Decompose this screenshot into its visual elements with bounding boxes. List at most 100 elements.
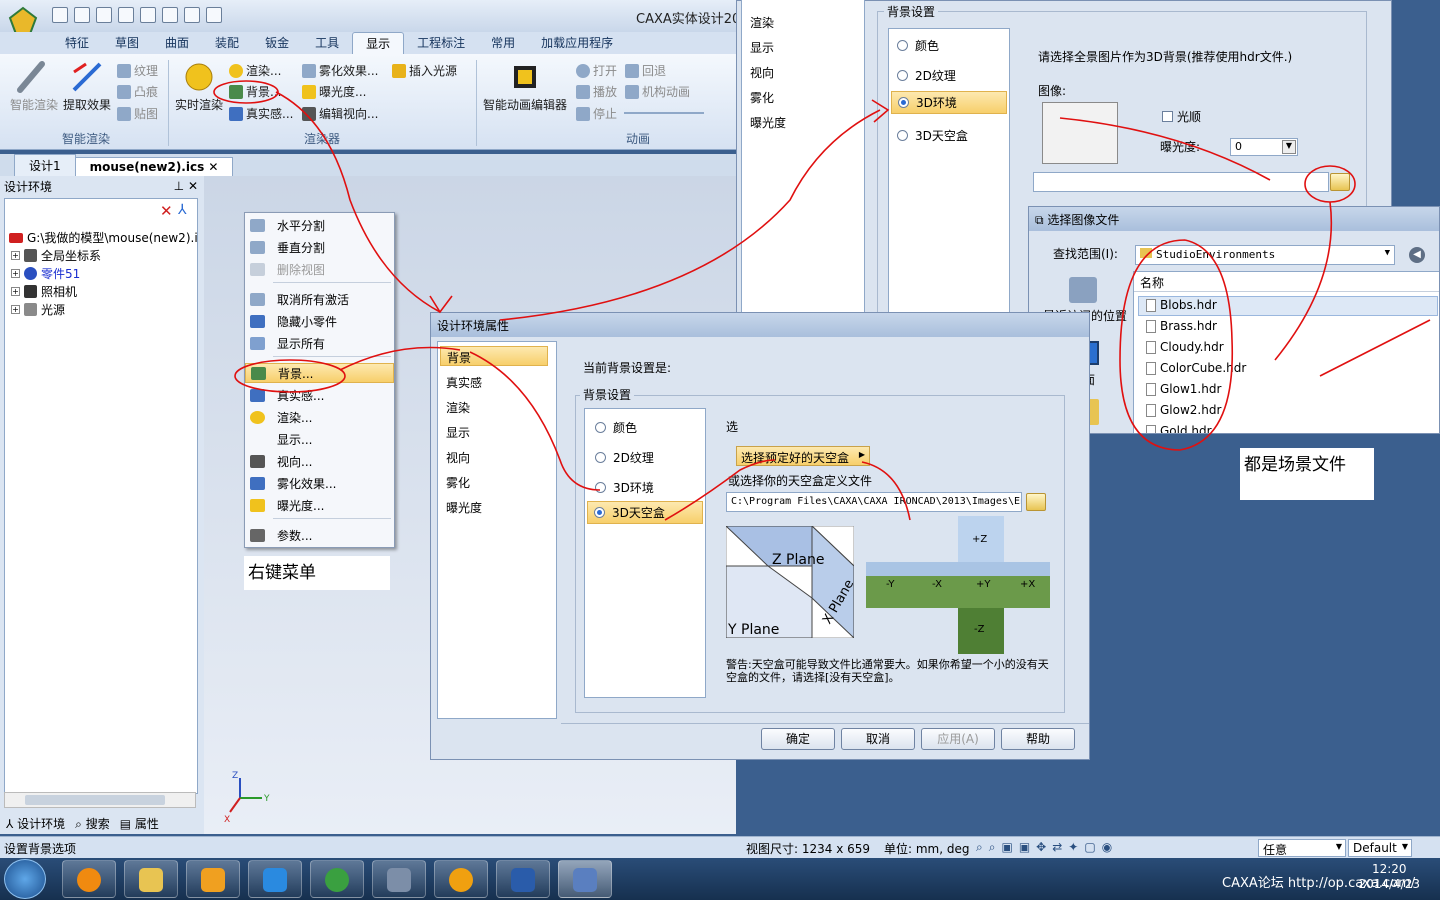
insert-light-button[interactable]: 插入光源 bbox=[392, 62, 457, 79]
close-icon[interactable]: ✕ bbox=[208, 160, 218, 174]
nav-exposure[interactable]: 曝光度 bbox=[446, 499, 482, 516]
system-clock[interactable]: 12:20 2014/4/23 bbox=[1358, 862, 1420, 892]
menu-item-split-horizontal[interactable]: 水平分割 bbox=[245, 215, 394, 235]
expand-icon[interactable]: + bbox=[11, 287, 20, 296]
nav-render[interactable]: 渲染 bbox=[750, 14, 774, 31]
cancel-button[interactable]: 取消 bbox=[841, 728, 915, 750]
nav-realism[interactable]: 真实感 bbox=[446, 374, 482, 391]
render-button[interactable]: 渲染... bbox=[229, 62, 281, 79]
stop-button[interactable]: 停止 bbox=[576, 105, 617, 122]
anim-editor-button[interactable]: 智能动画编辑器 bbox=[483, 96, 567, 113]
nav-fog[interactable]: 雾化 bbox=[750, 89, 774, 106]
taskbar-app-media[interactable] bbox=[434, 860, 488, 898]
radio-3d-skybox[interactable]: 3D天空盒 bbox=[587, 501, 703, 524]
fog-button[interactable]: 雾化效果... bbox=[302, 62, 378, 79]
menu-item-render[interactable]: 渲染... bbox=[245, 407, 394, 427]
box-icon[interactable]: ▣ bbox=[1019, 840, 1036, 854]
taskbar-app-camera[interactable] bbox=[372, 860, 426, 898]
taskbar-app-browser[interactable] bbox=[310, 860, 364, 898]
tree-item-global-coords[interactable]: + 全局坐标系 bbox=[11, 247, 101, 264]
tree-item-camera[interactable]: + 照相机 bbox=[11, 283, 77, 300]
radio-color[interactable]: 颜色 bbox=[595, 419, 637, 436]
radio-color[interactable]: 颜色 bbox=[897, 37, 939, 54]
start-button-icon[interactable] bbox=[4, 859, 46, 899]
radio-3d-skybox[interactable]: 3D天空盒 bbox=[897, 127, 968, 144]
taskbar-app-word[interactable] bbox=[496, 860, 550, 898]
taskbar-app-explorer[interactable] bbox=[124, 860, 178, 898]
expand-icon[interactable]: + bbox=[11, 251, 20, 260]
taskbar-app-orange[interactable] bbox=[62, 860, 116, 898]
tab-display[interactable]: 显示 bbox=[352, 32, 405, 54]
light-icon[interactable]: ✦ bbox=[1068, 840, 1084, 854]
zoom-icon[interactable]: ⌕ bbox=[976, 840, 989, 854]
chevron-down-icon[interactable]: ▼ bbox=[1385, 248, 1390, 258]
decal-button[interactable]: 贴图 bbox=[117, 105, 158, 122]
doc-tab-mouse[interactable]: mouse(new2).ics ✕ bbox=[74, 157, 234, 176]
hdr-path-field[interactable] bbox=[1033, 172, 1329, 192]
orbit-icon[interactable]: ✥ bbox=[1036, 840, 1052, 854]
menu-item-delete-view[interactable]: 删除视图 bbox=[245, 259, 394, 279]
new-icon[interactable] bbox=[52, 7, 68, 23]
star-icon[interactable] bbox=[184, 7, 200, 23]
menu-item-exposure[interactable]: 曝光度... bbox=[245, 495, 394, 515]
expand-icon[interactable]: + bbox=[11, 305, 20, 314]
texture-button[interactable]: 纹理 bbox=[117, 62, 158, 79]
tab-common[interactable]: 常用 bbox=[478, 32, 528, 54]
nav-view[interactable]: 视向 bbox=[750, 64, 774, 81]
file-item[interactable]: Brass.hdr bbox=[1146, 319, 1217, 333]
column-header-name[interactable]: 名称 bbox=[1134, 272, 1439, 292]
menu-item-hide-small-parts[interactable]: 隐藏小零件 bbox=[245, 311, 394, 331]
tab-search[interactable]: ⌕ 搜索 bbox=[75, 815, 110, 832]
selection-filter-combo[interactable]: 任意 ▼ bbox=[1258, 839, 1346, 857]
file-item[interactable]: ColorCube.hdr bbox=[1146, 361, 1246, 375]
play-button[interactable]: 播放 bbox=[576, 83, 617, 100]
close-icon[interactable]: ✕ bbox=[188, 179, 198, 193]
smooth-checkbox[interactable]: 光顺 bbox=[1162, 108, 1201, 125]
radio-2d-texture[interactable]: 2D纹理 bbox=[595, 449, 654, 466]
file-item[interactable]: Glow2.hdr bbox=[1146, 403, 1221, 417]
radio-3d-environment[interactable]: 3D环境 bbox=[891, 91, 1007, 114]
nav-fog[interactable]: 雾化 bbox=[446, 474, 470, 491]
tab-sheetmetal[interactable]: 钣金 bbox=[252, 32, 302, 54]
recent-places-icon[interactable] bbox=[1069, 277, 1097, 303]
tab-properties[interactable]: ▤ 属性 bbox=[120, 815, 159, 832]
menu-item-display[interactable]: 显示... bbox=[245, 429, 394, 449]
realism-button[interactable]: 真实感... bbox=[229, 105, 293, 122]
horizontal-scrollbar[interactable] bbox=[4, 792, 196, 808]
view-cube-icon[interactable]: ▣ bbox=[1001, 840, 1018, 854]
tree-root[interactable]: G:\我做的模型\mouse(new2).i bbox=[9, 229, 198, 246]
predefined-skybox-dropdown[interactable]: 选择预定好的天空盒 ▶ bbox=[736, 446, 870, 466]
scroll-thumb[interactable] bbox=[25, 795, 165, 805]
browse-folder-icon[interactable] bbox=[1026, 493, 1046, 511]
nav-view[interactable]: 视向 bbox=[446, 449, 470, 466]
ok-button[interactable]: 确定 bbox=[761, 728, 835, 750]
radio-3d-environment[interactable]: 3D环境 bbox=[595, 479, 654, 496]
delete-icon[interactable]: ✕ bbox=[160, 202, 173, 220]
rewind-button[interactable]: 回退 bbox=[625, 62, 666, 79]
tab-addins[interactable]: 加载应用程序 bbox=[528, 32, 626, 54]
file-item[interactable]: Glow1.hdr bbox=[1146, 382, 1221, 396]
menu-item-view[interactable]: 视向... bbox=[245, 451, 394, 471]
nav-background[interactable]: 背景 bbox=[440, 346, 548, 366]
file-item[interactable]: Gold.hdr bbox=[1146, 424, 1212, 433]
look-in-combo[interactable]: StudioEnvironments ▼ bbox=[1135, 245, 1395, 265]
taskbar-app-outlook[interactable] bbox=[186, 860, 240, 898]
help-button[interactable]: 帮助 bbox=[1001, 728, 1075, 750]
mechanism-anim-button[interactable]: 机构动画 bbox=[625, 83, 690, 100]
bump-button[interactable]: 凸痕 bbox=[117, 83, 158, 100]
taskbar-app-qq[interactable] bbox=[248, 860, 302, 898]
nav-display[interactable]: 显示 bbox=[750, 39, 774, 56]
tab-surface[interactable]: 曲面 bbox=[152, 32, 202, 54]
taskbar-app-caxa[interactable] bbox=[558, 860, 612, 898]
apply-button[interactable]: 应用(A) bbox=[921, 728, 995, 750]
menu-item-deactivate-all[interactable]: 取消所有激活 bbox=[245, 289, 394, 309]
tab-assembly[interactable]: 装配 bbox=[202, 32, 252, 54]
file-item[interactable]: Blobs.hdr bbox=[1146, 298, 1217, 312]
background-button[interactable]: 背景... bbox=[229, 83, 281, 100]
back-icon[interactable]: ◀ bbox=[1409, 247, 1425, 263]
undo-icon[interactable] bbox=[140, 7, 156, 23]
open-anim-button[interactable]: 打开 bbox=[576, 62, 617, 79]
redo-icon[interactable] bbox=[162, 7, 178, 23]
smart-render-button[interactable]: 智能渲染 bbox=[10, 96, 58, 113]
pan-icon[interactable]: ⇄ bbox=[1052, 840, 1068, 854]
